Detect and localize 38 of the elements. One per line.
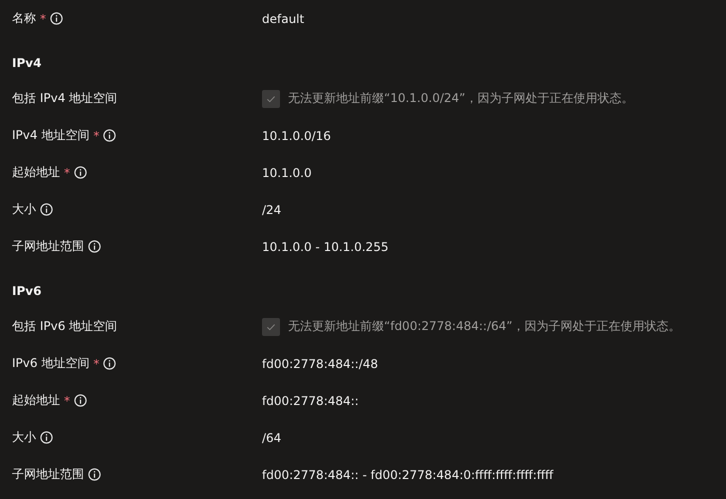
info-icon[interactable] bbox=[103, 357, 116, 370]
field-label: IPv4 地址空间 bbox=[12, 127, 90, 144]
field-label: 子网地址范围 bbox=[12, 466, 84, 483]
info-icon[interactable] bbox=[103, 129, 116, 142]
required-mark: * bbox=[64, 394, 70, 408]
field-label: 子网地址范围 bbox=[12, 238, 84, 255]
required-mark: * bbox=[93, 356, 100, 370]
required-mark: * bbox=[40, 12, 46, 26]
field-value: 10.1.0.0 bbox=[262, 166, 312, 180]
field-value: fd00:2778:484:: - fd00:2778:484:0:ffff:ffff:ffff:ffff bbox=[262, 468, 554, 482]
info-icon[interactable] bbox=[50, 12, 63, 25]
info-icon[interactable] bbox=[40, 203, 53, 216]
info-icon[interactable] bbox=[40, 431, 53, 444]
info-icon[interactable] bbox=[74, 166, 87, 179]
field-label: 大小 bbox=[12, 429, 36, 446]
checkbox-label: 无法更新地址前缀“10.1.0.0/24”，因为子网处于正在使用状态。 bbox=[288, 90, 634, 107]
section-heading: IPv6 bbox=[12, 283, 42, 300]
field-value: fd00:2778:484::/48 bbox=[262, 356, 378, 370]
info-icon[interactable] bbox=[88, 468, 101, 481]
required-mark: * bbox=[64, 166, 70, 180]
field-value: 10.1.0.0/16 bbox=[262, 128, 331, 142]
field-value: default bbox=[262, 12, 304, 26]
info-icon[interactable] bbox=[74, 394, 87, 407]
field-value: fd00:2778:484:: bbox=[262, 394, 359, 408]
field-label: 起始地址 bbox=[12, 392, 60, 409]
field-label: 名称 bbox=[12, 10, 36, 27]
info-icon[interactable] bbox=[88, 240, 101, 253]
required-mark: * bbox=[93, 128, 100, 142]
field-label: 包括 IPv6 地址空间 bbox=[12, 318, 118, 335]
field-label: 包括 IPv4 地址空间 bbox=[12, 90, 118, 107]
field-value: /64 bbox=[262, 430, 282, 444]
field-label: 起始地址 bbox=[12, 164, 60, 181]
field-value: /24 bbox=[262, 202, 282, 216]
section-heading: IPv4 bbox=[12, 55, 42, 72]
field-label: 大小 bbox=[12, 201, 36, 218]
checkbox-label: 无法更新地址前缀“fd00:2778:484::/64”，因为子网处于正在使用状态。 bbox=[288, 318, 680, 335]
field-value: 10.1.0.0 - 10.1.0.255 bbox=[262, 240, 388, 254]
field-label: IPv6 地址空间 bbox=[12, 355, 90, 372]
